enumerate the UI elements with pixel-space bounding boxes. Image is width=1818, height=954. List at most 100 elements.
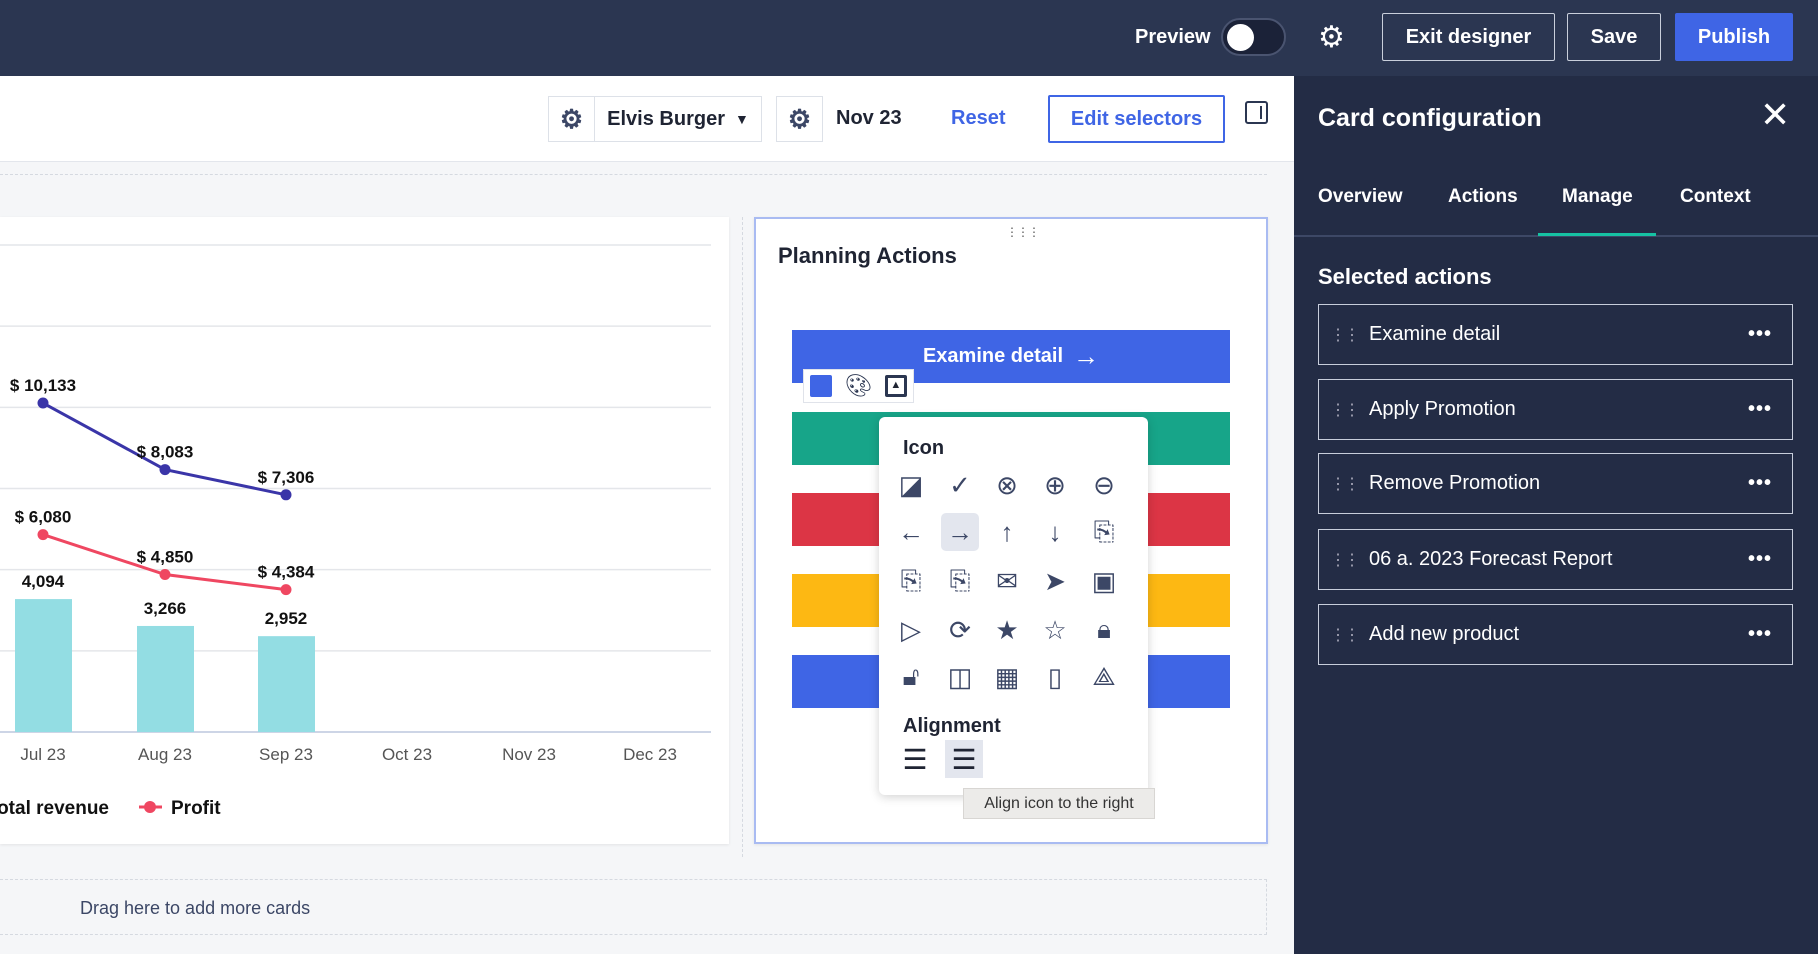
data-point xyxy=(159,569,171,581)
selector-gear-icon[interactable]: ⚙ xyxy=(548,96,595,142)
plus-circle-icon[interactable]: ⊕ xyxy=(1036,466,1074,504)
lock-icon[interactable]: 🔒︎ xyxy=(1085,611,1123,649)
brand-selector[interactable]: Elvis Burger ▼ xyxy=(594,96,762,142)
selected-action-item[interactable]: ⋮⋮ Add new product ••• xyxy=(1318,604,1793,665)
tab-overview[interactable]: Overview xyxy=(1318,186,1403,208)
more-options-icon[interactable]: ••• xyxy=(1748,548,1772,571)
x-tick-label: Oct 23 xyxy=(382,745,432,764)
panel-title: Card configuration xyxy=(1318,104,1542,132)
brand-selector-value: Elvis Burger xyxy=(607,107,725,130)
section-heading: Selected actions xyxy=(1318,264,1492,289)
mail-icon[interactable]: ✉ xyxy=(988,562,1026,600)
point-data-label: $ 4,384 xyxy=(258,563,315,582)
bar xyxy=(137,625,194,732)
divider xyxy=(742,217,743,857)
more-options-icon[interactable]: ••• xyxy=(1748,398,1772,421)
action-label: Examine detail xyxy=(1369,323,1501,345)
action-label: Add new product xyxy=(1369,623,1520,645)
check-circle-icon[interactable]: ✓ xyxy=(941,466,979,504)
icon-picker-popover: Icon ◪ ✓ ⊗ ⊕ ⊖ ← → ↑ ↓ ⎘ ⎘ ⎘ ✉ ➤ ▣ ▷ ⟳ ★ ☆ 🔒︎ 🔓︎ ◫ ▦ ▯ ⟁ Alignme… xyxy=(879,417,1148,795)
file-search-export-icon[interactable]: ⎘ xyxy=(941,562,979,600)
refresh-icon[interactable]: ⟳ xyxy=(941,611,979,649)
tab-actions[interactable]: Actions xyxy=(1448,186,1518,208)
point-data-label: $ 6,080 xyxy=(15,508,72,527)
close-icon[interactable]: ✕ xyxy=(1760,94,1790,136)
toggle-panel-icon[interactable] xyxy=(1245,101,1268,124)
unlock-icon[interactable]: 🔓︎ xyxy=(892,658,930,696)
x-tick-label: Sep 23 xyxy=(259,745,313,764)
file-export-icon[interactable]: ⎘ xyxy=(892,562,930,600)
x-tick-label: Aug 23 xyxy=(138,745,192,764)
date-gear-icon[interactable]: ⚙ xyxy=(776,96,823,142)
more-options-icon[interactable]: ••• xyxy=(1748,323,1772,346)
point-data-label: $ 7,306 xyxy=(258,468,315,487)
selected-action-item[interactable]: ⋮⋮ Remove Promotion ••• xyxy=(1318,453,1793,514)
align-left-icon[interactable]: ☰ xyxy=(896,740,934,778)
bar-data-label: 4,094 xyxy=(22,572,65,591)
drag-handle-icon[interactable]: ⋮⋮ xyxy=(1319,400,1369,420)
selected-action-item[interactable]: ⋮⋮ 06 a. 2023 Forecast Report ••• xyxy=(1318,529,1793,590)
arrow-up-icon[interactable]: ↑ xyxy=(988,513,1026,551)
drag-handle-icon[interactable]: ⋮⋮ xyxy=(1319,625,1369,645)
nodes-icon[interactable]: ⟁ xyxy=(1085,658,1123,696)
star-outline-icon[interactable]: ☆ xyxy=(1036,611,1074,649)
data-point xyxy=(280,489,292,501)
action-label: Remove Promotion xyxy=(1369,472,1541,494)
arrow-right-icon: → xyxy=(1073,341,1100,371)
none-icon[interactable]: ◪ xyxy=(892,466,930,504)
card-configuration-panel: Card configuration ✕ Overview Actions Ma… xyxy=(1294,76,1818,954)
tab-manage[interactable]: Manage xyxy=(1562,186,1633,208)
point-data-label: $ 4,850 xyxy=(137,548,194,567)
x-tick-label: Jul 23 xyxy=(20,745,65,764)
drop-zone[interactable]: Drag here to add more cards xyxy=(0,879,1267,935)
tab-context[interactable]: Context xyxy=(1680,186,1751,208)
calendar-icon[interactable]: ▣ xyxy=(1085,562,1123,600)
image-icon[interactable]: ▲ xyxy=(884,375,907,397)
data-point xyxy=(159,464,171,476)
active-tab-indicator xyxy=(1538,233,1656,236)
drag-handle-icon[interactable]: ⋮⋮ xyxy=(1319,325,1369,345)
selected-action-item[interactable]: ⋮⋮ Apply Promotion ••• xyxy=(1318,379,1793,440)
publish-button[interactable]: Publish xyxy=(1675,13,1793,61)
sidebar-icon[interactable]: ▯ xyxy=(1036,658,1074,696)
drag-handle-icon[interactable]: ⋮⋮ xyxy=(1319,550,1369,570)
align-right-icon[interactable]: ☰ xyxy=(945,740,983,778)
reset-link[interactable]: Reset xyxy=(951,107,1005,130)
color-swatch-icon[interactable] xyxy=(810,375,833,397)
star-filled-icon[interactable]: ★ xyxy=(988,611,1026,649)
selected-action-item[interactable]: ⋮⋮ Examine detail ••• xyxy=(1318,304,1793,365)
preview-toggle[interactable] xyxy=(1221,18,1286,56)
minus-circle-icon[interactable]: ⊖ xyxy=(1085,466,1123,504)
edit-selectors-button[interactable]: Edit selectors xyxy=(1048,95,1225,143)
legend-label-profit: Profit xyxy=(171,798,221,819)
arrow-right-icon[interactable]: → xyxy=(941,513,979,551)
arrow-left-icon[interactable]: ← xyxy=(892,513,930,551)
layout-icon[interactable]: ◫ xyxy=(941,658,979,696)
send-icon[interactable]: ➤ xyxy=(1036,562,1074,600)
card-title: Planning Actions xyxy=(778,243,957,268)
date-selector[interactable]: Nov 23 xyxy=(836,107,902,130)
save-button[interactable]: Save xyxy=(1567,13,1661,61)
drop-zone-label: Drag here to add more cards xyxy=(80,898,311,918)
button-style-toolbar: 🎨︎ ▲ xyxy=(803,369,914,403)
exit-designer-button[interactable]: Exit designer xyxy=(1382,13,1555,61)
play-icon[interactable]: ▷ xyxy=(892,611,930,649)
tooltip: Align icon to the right xyxy=(963,788,1155,819)
more-options-icon[interactable]: ••• xyxy=(1748,472,1772,495)
drag-handle-icon[interactable]: ⋮⋮ xyxy=(1319,474,1369,494)
data-point xyxy=(37,529,49,541)
data-point xyxy=(37,397,49,409)
chart-card: 4,094 3,266 2,952 $ 10,133 $ 8,083 $ 7,306 $ 6… xyxy=(0,217,729,844)
icon-heading: Icon xyxy=(903,437,945,459)
legend-label-revenue: otal revenue xyxy=(0,798,109,819)
action-label: Apply Promotion xyxy=(1369,398,1516,420)
arrow-down-icon[interactable]: ↓ xyxy=(1036,513,1074,551)
settings-gear-icon[interactable]: ⚙ xyxy=(1318,20,1345,55)
drag-handle-icon[interactable]: ⋮⋮⋮ xyxy=(1006,225,1040,239)
action-label: 06 a. 2023 Forecast Report xyxy=(1369,548,1613,570)
palette-icon[interactable]: 🎨︎ xyxy=(845,373,873,399)
x-circle-icon[interactable]: ⊗ xyxy=(988,466,1026,504)
more-options-icon[interactable]: ••• xyxy=(1748,623,1772,646)
table-search-icon[interactable]: ▦ xyxy=(988,658,1026,696)
file-import-icon[interactable]: ⎘ xyxy=(1085,513,1123,551)
